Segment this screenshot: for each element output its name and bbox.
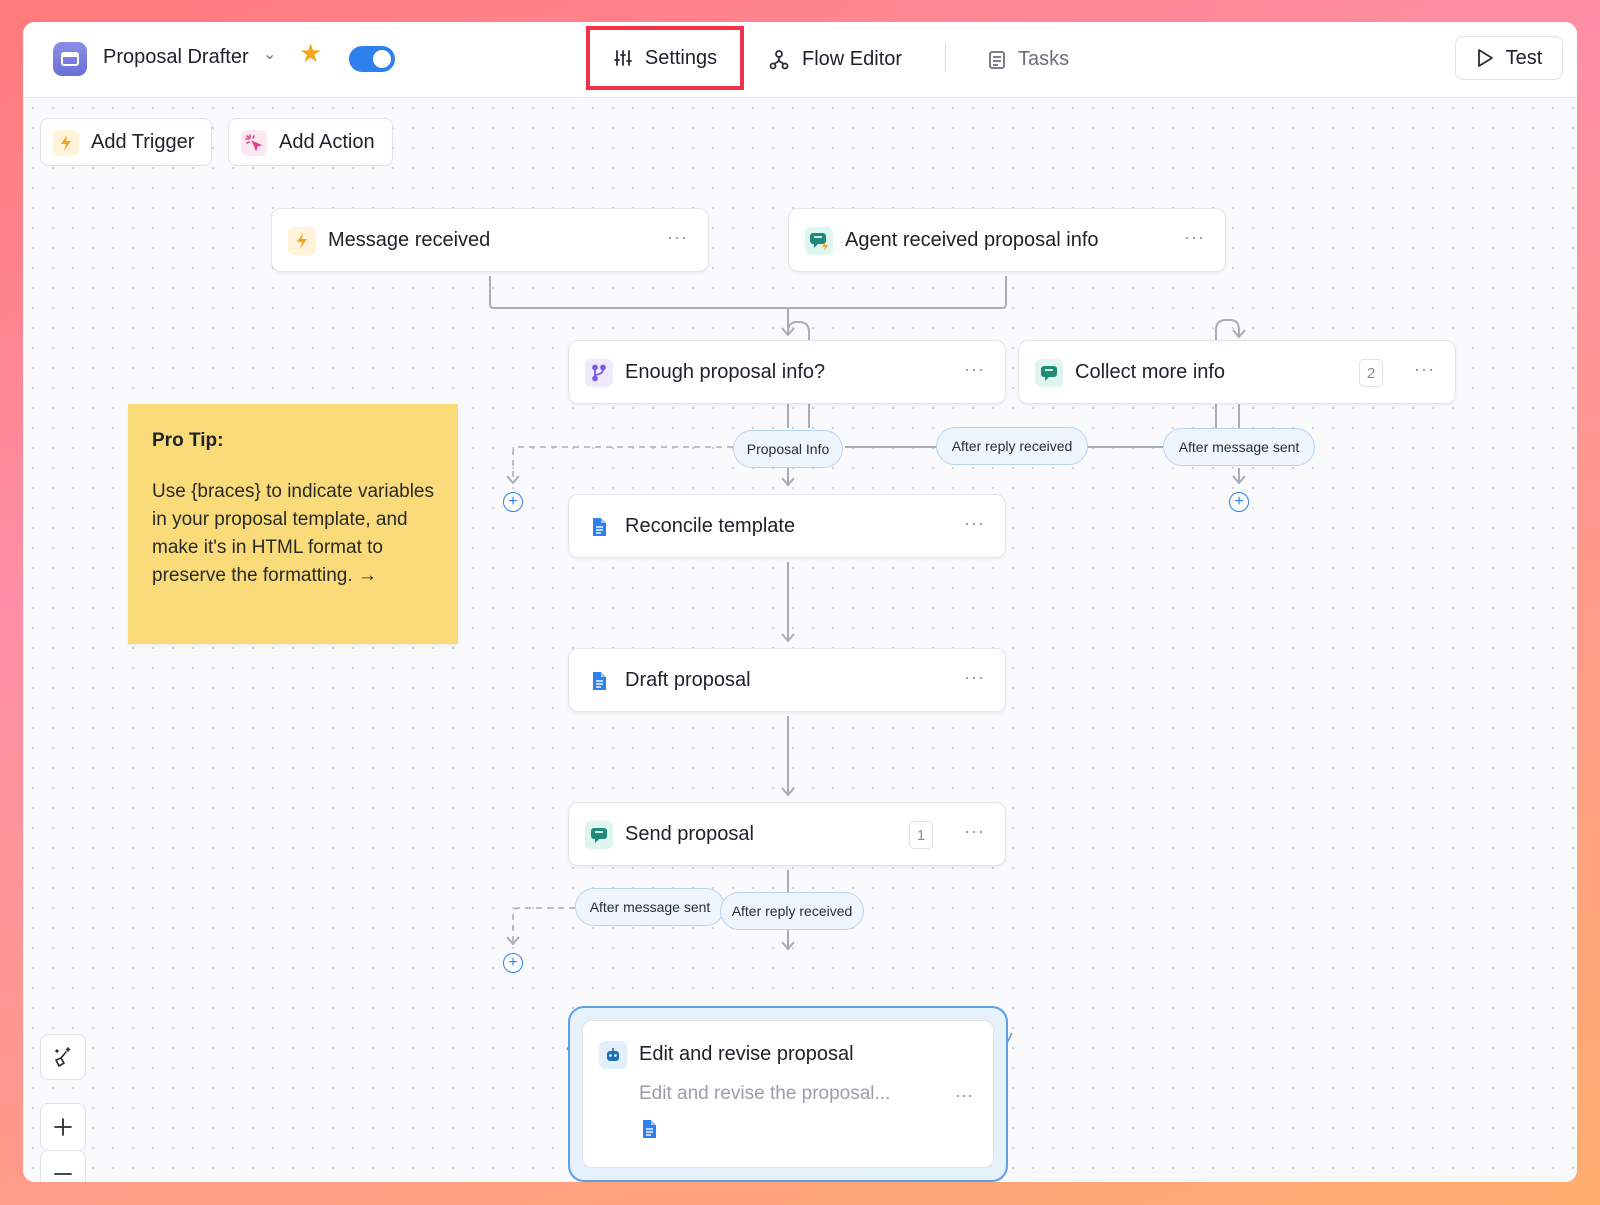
node-enough-proposal-info[interactable]: Enough proposal info? ··· [568, 340, 1006, 404]
lightning-icon [288, 227, 316, 255]
tab-flow-editor-label: Flow Editor [802, 48, 903, 70]
document-icon [989, 50, 1005, 69]
sliders-icon [613, 50, 632, 66]
test-label: Test [1505, 46, 1543, 69]
node-collect-more-info[interactable]: Collect more info 2 ··· [1018, 340, 1456, 404]
loop-container[interactable]: Edit and revise proposal Edit and revise… [568, 1006, 1008, 1182]
more-options-icon[interactable]: ··· [1184, 227, 1205, 248]
tab-settings[interactable]: Settings [586, 26, 744, 90]
zoom-in-button[interactable] [40, 1103, 86, 1151]
tab-tasks[interactable]: Tasks [988, 22, 1069, 97]
pro-tip-title: Pro Tip: [152, 430, 224, 451]
node-label: Enough proposal info? [625, 361, 826, 383]
flow-icon [769, 49, 789, 69]
app-icon [53, 42, 87, 76]
add-step-plus-icon[interactable]: + [503, 492, 523, 512]
plus-icon [54, 1118, 72, 1136]
node-label: Reconcile template [625, 515, 796, 537]
step-count-badge: 2 [1359, 359, 1383, 387]
node-agent-received-proposal-info[interactable]: Agent received proposal info ··· [788, 208, 1226, 272]
more-options-icon[interactable]: ··· [955, 1085, 973, 1106]
google-doc-icon [585, 667, 613, 695]
app-window: Proposal Drafter ⌄ ★ Settings Flow Edito… [23, 22, 1577, 1182]
pro-tip-body: Use {braces} to indicate variables in yo… [152, 481, 434, 586]
node-label: Agent received proposal info [845, 229, 1099, 251]
node-label: Message received [328, 229, 491, 251]
branch-pill-proposal-info[interactable]: Proposal Info [733, 430, 843, 468]
add-step-plus-icon[interactable]: + [1229, 492, 1249, 512]
minus-icon [54, 1173, 72, 1175]
zoom-out-button[interactable] [40, 1150, 86, 1182]
more-options-icon[interactable]: ··· [964, 359, 985, 380]
branch-icon [585, 359, 613, 387]
google-doc-icon [641, 1119, 657, 1144]
star-icon[interactable]: ★ [299, 40, 322, 66]
google-doc-icon [585, 513, 613, 541]
auto-layout-button[interactable] [40, 1034, 86, 1080]
node-edit-and-revise-proposal[interactable]: Edit and revise proposal Edit and revise… [582, 1020, 994, 1168]
node-label: Draft proposal [625, 669, 751, 691]
node-reconcile-template[interactable]: Reconcile template ··· [568, 494, 1006, 558]
more-options-icon[interactable]: ··· [1414, 359, 1435, 380]
play-icon [1477, 49, 1493, 67]
branch-pill-after-reply-received[interactable]: After reply received [720, 892, 864, 930]
agent-chat-icon [805, 227, 833, 255]
chevron-down-icon[interactable]: ⌄ [263, 44, 276, 64]
top-bar: Proposal Drafter ⌄ ★ Settings Flow Edito… [23, 22, 1577, 98]
flow-canvas[interactable]: Add Trigger Add Action Message received … [23, 98, 1577, 1182]
tab-divider [945, 44, 946, 72]
node-label: Edit and revise proposal [639, 1043, 854, 1065]
node-description: Edit and revise the proposal... [639, 1083, 891, 1104]
more-options-icon[interactable]: ··· [964, 513, 985, 534]
branch-pill-after-reply-received[interactable]: After reply received [936, 427, 1088, 465]
app-title[interactable]: Proposal Drafter [103, 46, 249, 69]
node-label: Send proposal [625, 823, 754, 845]
branch-pill-after-message-sent[interactable]: After message sent [575, 888, 725, 926]
magic-broom-icon [55, 1047, 71, 1067]
step-count-badge: 1 [909, 821, 933, 849]
more-options-icon[interactable]: ··· [667, 227, 688, 248]
tab-tasks-label: Tasks [1018, 48, 1070, 70]
chat-icon [1035, 359, 1063, 387]
add-step-plus-icon[interactable]: + [503, 953, 523, 973]
node-label: Collect more info [1075, 361, 1226, 383]
node-send-proposal[interactable]: Send proposal 1 ··· [568, 802, 1006, 866]
node-draft-proposal[interactable]: Draft proposal ··· [568, 648, 1006, 712]
test-button[interactable]: Test [1455, 36, 1563, 80]
more-options-icon[interactable]: ··· [964, 667, 985, 688]
chat-icon [585, 821, 613, 849]
node-message-received[interactable]: Message received ··· [271, 208, 709, 272]
more-options-icon[interactable]: ··· [964, 821, 985, 842]
tab-settings-label: Settings [644, 46, 718, 69]
enable-toggle[interactable] [349, 46, 395, 72]
robot-icon [599, 1041, 627, 1069]
branch-pill-after-message-sent[interactable]: After message sent [1163, 428, 1315, 466]
tab-flow-editor[interactable]: Flow Editor [768, 22, 902, 97]
pro-tip-note[interactable]: Pro Tip: Use {braces} to indicate variab… [128, 404, 458, 644]
